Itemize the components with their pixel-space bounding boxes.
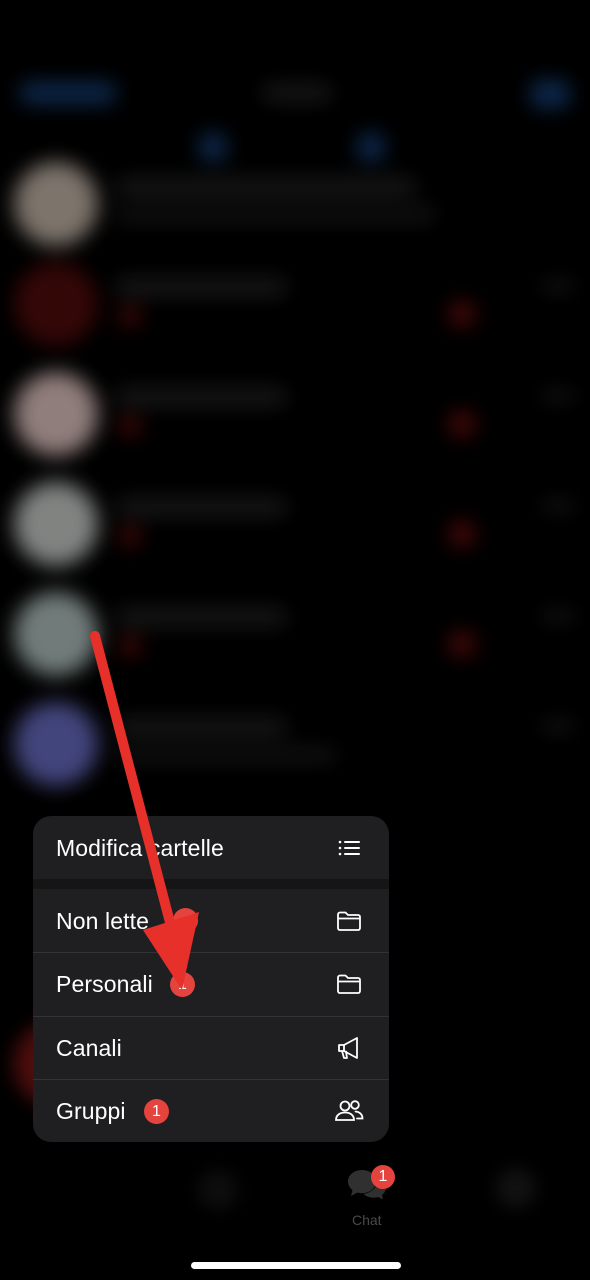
menu-item-label: Canali — [56, 1035, 122, 1061]
avatar — [14, 262, 98, 346]
unread-dot-blurred — [448, 630, 476, 658]
unread-dot-blurred — [448, 520, 476, 548]
menu-item-label: Non lette — [56, 908, 149, 934]
title-blurred — [262, 84, 332, 102]
chat-time-blurred — [540, 610, 576, 622]
chat-preview-blurred — [116, 748, 336, 762]
flag-blurred — [120, 636, 140, 656]
chat-row-blurred — [0, 580, 590, 680]
unread-dot-blurred — [448, 300, 476, 328]
flag-blurred — [120, 416, 140, 436]
flag-blurred — [120, 526, 140, 546]
chat-row-blurred — [0, 360, 590, 460]
settings-tab-blurred — [496, 1168, 536, 1208]
list-icon — [335, 834, 363, 862]
chat-time-blurred — [540, 390, 576, 402]
compose-button-blurred — [530, 80, 570, 108]
chat-title-blurred — [116, 718, 286, 736]
chat-time-blurred — [540, 500, 576, 512]
menu-item-edit-folders[interactable]: Modifica cartelle — [33, 816, 389, 879]
chat-row-blurred — [0, 250, 590, 350]
chat-time-blurred — [540, 280, 576, 292]
menu-item-personal[interactable]: Personali 1 — [33, 952, 389, 1016]
chat-title-blurred — [116, 608, 286, 626]
chat-title-blurred — [116, 278, 286, 296]
menu-item-groups[interactable]: Gruppi 1 — [33, 1079, 389, 1142]
chat-title-blurred — [116, 498, 286, 516]
folders-context-menu: Modifica cartelle Non lette Personali 1 — [33, 816, 389, 1142]
chat-time-blurred — [540, 720, 576, 732]
flag-blurred — [120, 306, 140, 326]
avatar — [14, 482, 98, 566]
megaphone-icon — [335, 1034, 363, 1062]
tab-chat[interactable]: Chat 1 — [346, 1165, 395, 1228]
home-indicator[interactable] — [191, 1262, 401, 1269]
tab-chat-label: Chat — [352, 1212, 382, 1228]
chat-preview-blurred — [116, 208, 436, 222]
avatar — [14, 592, 98, 676]
unread-count-badge: 1 — [144, 1099, 169, 1124]
edit-button-blurred — [20, 82, 116, 104]
avatar — [14, 372, 98, 456]
chat-row-blurred — [0, 150, 590, 250]
menu-item-label: Modifica cartelle — [56, 835, 224, 861]
avatar — [14, 702, 98, 786]
chat-unread-badge: 1 — [371, 1165, 395, 1189]
menu-item-label: Gruppi — [56, 1098, 126, 1124]
folder-icon — [335, 907, 363, 935]
chat-title-blurred — [116, 388, 286, 406]
menu-section-separator — [33, 879, 389, 889]
menu-item-label: Personali — [56, 971, 153, 997]
unread-count-badge — [173, 908, 198, 933]
chat-title-blurred — [116, 178, 416, 196]
people-icon — [333, 1097, 365, 1125]
avatar — [14, 162, 98, 246]
contacts-tab-blurred — [198, 1170, 238, 1210]
chat-row-blurred — [0, 470, 590, 570]
unread-dot-blurred — [448, 410, 476, 438]
menu-item-channels[interactable]: Canali — [33, 1016, 389, 1079]
folder-icon — [335, 970, 363, 998]
unread-count-badge: 1 — [170, 972, 195, 997]
chat-row-blurred — [0, 690, 590, 790]
menu-item-unread[interactable]: Non lette — [33, 889, 389, 952]
